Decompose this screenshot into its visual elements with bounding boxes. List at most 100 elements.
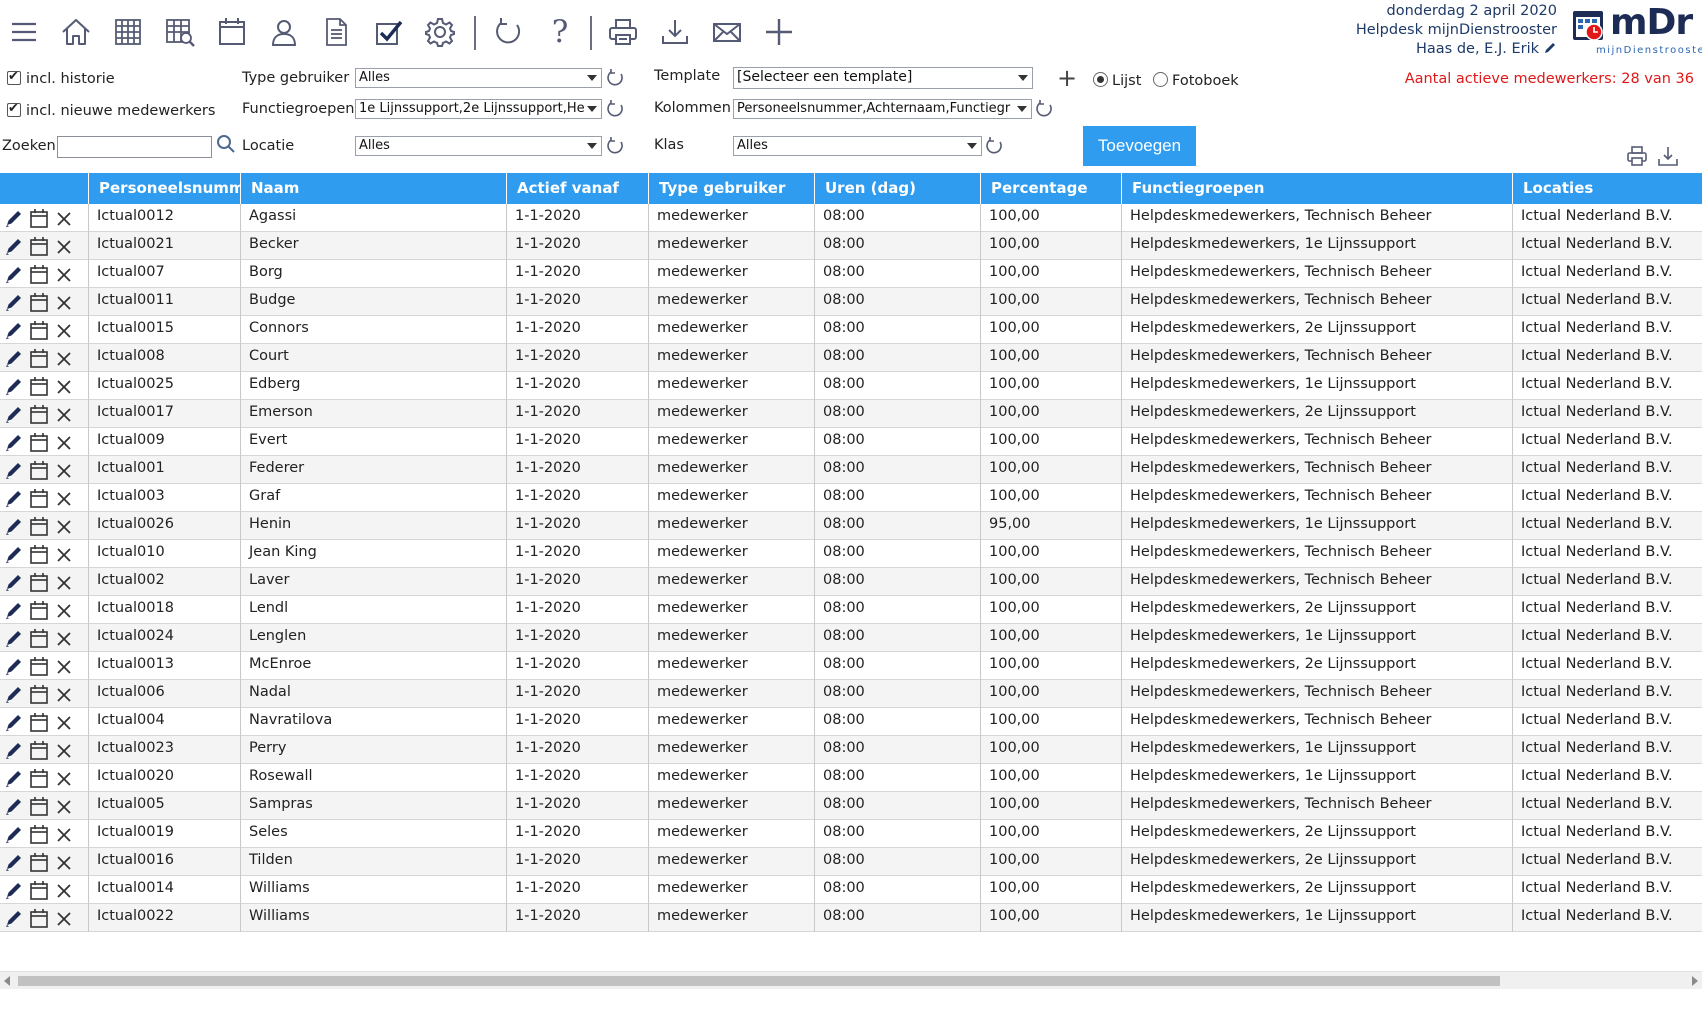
edit-pencil-icon[interactable] xyxy=(4,571,24,593)
menu-icon[interactable] xyxy=(4,12,44,52)
calendar-icon[interactable] xyxy=(29,319,49,341)
table-row[interactable]: Ictual0017 Emerson 1-1-2020 medewerker 08:00… xyxy=(0,400,1702,428)
download-icon[interactable] xyxy=(655,12,695,52)
table-row[interactable]: Ictual0021 Becker 1-1-2020 medewerker 08:00 1… xyxy=(0,232,1702,260)
search-input[interactable] xyxy=(57,136,212,158)
grid-icon[interactable] xyxy=(108,12,148,52)
edit-pencil-icon[interactable] xyxy=(4,291,24,313)
calendar-icon[interactable] xyxy=(29,655,49,677)
delete-x-icon[interactable] xyxy=(54,739,74,761)
table-row[interactable]: Ictual0015 Connors 1-1-2020 medewerker 08:00… xyxy=(0,316,1702,344)
table-row[interactable]: Ictual001 Federer 1-1-2020 medewerker 08:00 1… xyxy=(0,456,1702,484)
calendar-icon[interactable] xyxy=(29,347,49,369)
gear-icon[interactable] xyxy=(420,12,460,52)
calendar-icon[interactable] xyxy=(29,711,49,733)
delete-x-icon[interactable] xyxy=(54,235,74,257)
calendar-icon[interactable] xyxy=(29,375,49,397)
edit-pencil-icon[interactable] xyxy=(4,795,24,817)
calendar-icon[interactable] xyxy=(29,571,49,593)
incl-historie-checkbox[interactable] xyxy=(7,69,21,85)
checkbox-icon[interactable] xyxy=(368,12,408,52)
calendar-icon[interactable] xyxy=(29,291,49,313)
table-row[interactable]: Ictual0019 Seles 1-1-2020 medewerker 08:00 10… xyxy=(0,820,1702,848)
calendar-icon[interactable] xyxy=(29,515,49,537)
delete-x-icon[interactable] xyxy=(54,711,74,733)
table-print-icon[interactable] xyxy=(1626,145,1648,167)
scrollbar-thumb[interactable] xyxy=(18,976,1500,986)
delete-x-icon[interactable] xyxy=(54,879,74,901)
table-download-icon[interactable] xyxy=(1657,145,1679,167)
functiegroepen-reset-icon[interactable] xyxy=(605,99,625,119)
table-row[interactable]: Ictual006 Nadal 1-1-2020 medewerker 08:00 100… xyxy=(0,680,1702,708)
delete-x-icon[interactable] xyxy=(54,571,74,593)
column-header[interactable]: Personeelsnummer xyxy=(88,173,240,204)
calendar-icon[interactable] xyxy=(29,599,49,621)
refresh-icon[interactable] xyxy=(488,12,528,52)
calendar-icon[interactable] xyxy=(29,627,49,649)
column-header[interactable]: Functiegroepen xyxy=(1121,173,1512,204)
klas-select[interactable]: Alles xyxy=(733,136,982,156)
edit-pencil-icon[interactable] xyxy=(4,851,24,873)
delete-x-icon[interactable] xyxy=(54,207,74,229)
calendar-icon[interactable] xyxy=(29,683,49,705)
table-row[interactable]: Ictual0026 Henin 1-1-2020 medewerker 08:00 95… xyxy=(0,512,1702,540)
table-row[interactable]: Ictual0013 McEnroe 1-1-2020 medewerker 08:00… xyxy=(0,652,1702,680)
delete-x-icon[interactable] xyxy=(54,851,74,873)
delete-x-icon[interactable] xyxy=(54,459,74,481)
edit-pencil-icon[interactable] xyxy=(4,431,24,453)
column-header[interactable]: Actief vanaf xyxy=(506,173,648,204)
table-row[interactable]: Ictual0011 Budge 1-1-2020 medewerker 08:00 10… xyxy=(0,288,1702,316)
view-fotoboek-radio[interactable] xyxy=(1153,72,1168,87)
table-row[interactable]: Ictual008 Court 1-1-2020 medewerker 08:00 100… xyxy=(0,344,1702,372)
home-icon[interactable] xyxy=(56,12,96,52)
column-header[interactable]: Locaties xyxy=(1512,173,1702,204)
edit-pencil-icon[interactable] xyxy=(4,263,24,285)
table-row[interactable]: Ictual0023 Perry 1-1-2020 medewerker 08:00 10… xyxy=(0,736,1702,764)
calendar-icon[interactable] xyxy=(29,767,49,789)
edit-pencil-icon[interactable] xyxy=(4,403,24,425)
table-row[interactable]: Ictual002 Laver 1-1-2020 medewerker 08:00 100… xyxy=(0,568,1702,596)
klas-reset-icon[interactable] xyxy=(984,136,1004,156)
calendar-icon[interactable] xyxy=(29,851,49,873)
edit-pencil-icon[interactable] xyxy=(4,515,24,537)
calendar-icon[interactable] xyxy=(29,431,49,453)
type-gebruiker-select[interactable]: Alles xyxy=(355,68,602,88)
plus-icon[interactable] xyxy=(759,12,799,52)
search-grid-icon[interactable] xyxy=(160,12,200,52)
edit-pencil-icon[interactable] xyxy=(4,235,24,257)
column-header[interactable]: Naam xyxy=(240,173,506,204)
table-row[interactable]: Ictual003 Graf 1-1-2020 medewerker 08:00 100,… xyxy=(0,484,1702,512)
column-header[interactable]: Uren (dag) xyxy=(814,173,980,204)
table-row[interactable]: Ictual0024 Lenglen 1-1-2020 medewerker 08:00… xyxy=(0,624,1702,652)
delete-x-icon[interactable] xyxy=(54,291,74,313)
delete-x-icon[interactable] xyxy=(54,347,74,369)
table-row[interactable]: Ictual005 Sampras 1-1-2020 medewerker 08:00 1… xyxy=(0,792,1702,820)
horizontal-scrollbar[interactable] xyxy=(0,971,1702,989)
edit-pencil-icon[interactable] xyxy=(4,459,24,481)
calendar-icon[interactable] xyxy=(29,235,49,257)
edit-pencil-icon[interactable] xyxy=(4,347,24,369)
calendar-icon[interactable] xyxy=(29,543,49,565)
edit-pencil-icon[interactable] xyxy=(4,879,24,901)
delete-x-icon[interactable] xyxy=(54,403,74,425)
table-row[interactable]: Ictual0012 Agassi 1-1-2020 medewerker 08:00 1… xyxy=(0,204,1702,232)
table-row[interactable]: Ictual0014 Williams 1-1-2020 medewerker 08:0… xyxy=(0,876,1702,904)
edit-pencil-icon[interactable] xyxy=(4,739,24,761)
mail-icon[interactable] xyxy=(707,12,747,52)
edit-user-pencil-icon[interactable] xyxy=(1543,41,1557,61)
edit-pencil-icon[interactable] xyxy=(4,207,24,229)
edit-pencil-icon[interactable] xyxy=(4,711,24,733)
edit-pencil-icon[interactable] xyxy=(4,767,24,789)
table-row[interactable]: Ictual009 Evert 1-1-2020 medewerker 08:00 100… xyxy=(0,428,1702,456)
delete-x-icon[interactable] xyxy=(54,599,74,621)
calendar-icon[interactable] xyxy=(29,823,49,845)
edit-pencil-icon[interactable] xyxy=(4,319,24,341)
search-icon[interactable] xyxy=(216,134,236,156)
add-template-plus-icon[interactable]: + xyxy=(1057,66,1077,90)
delete-x-icon[interactable] xyxy=(54,263,74,285)
table-row[interactable]: Ictual010 Jean King 1-1-2020 medewerker 08:0… xyxy=(0,540,1702,568)
delete-x-icon[interactable] xyxy=(54,823,74,845)
delete-x-icon[interactable] xyxy=(54,627,74,649)
type-gebruiker-reset-icon[interactable] xyxy=(605,68,625,88)
user-icon[interactable] xyxy=(264,12,304,52)
